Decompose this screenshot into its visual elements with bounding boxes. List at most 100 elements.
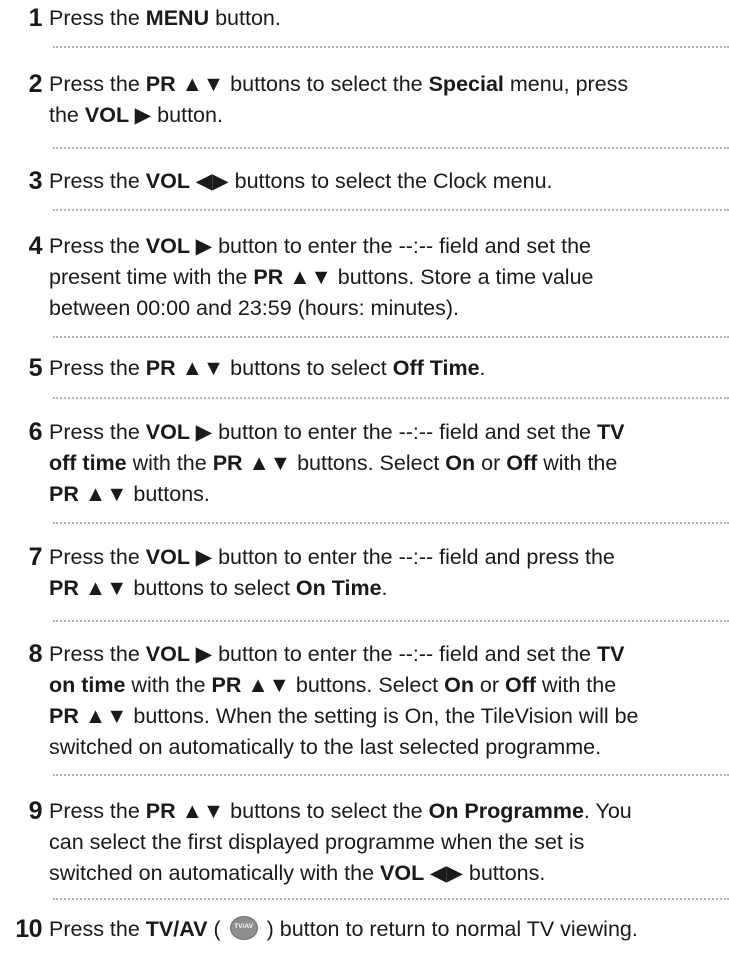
text-run: . You (583, 799, 632, 823)
step-text: Press the VOL ▶ button to enter the --:-… (49, 231, 719, 324)
text-run: button. (209, 6, 281, 30)
text-run: buttons. Store a time value (331, 265, 594, 289)
bold-term: On (444, 673, 474, 697)
step-line: PR ▲▼ buttons to select On Time. (49, 573, 719, 604)
step-text: Press the VOL ◀▶ buttons to select the C… (49, 166, 719, 197)
text-run: Press the (49, 420, 146, 444)
text-run: Press the (49, 917, 146, 941)
bold-term: VOL ▶ (145, 642, 213, 666)
text-run: between 00:00 and 23:59 (hours: minutes)… (49, 296, 459, 320)
text-run: Press the (49, 545, 146, 569)
text-run: buttons to select (224, 356, 393, 380)
text-run: or (475, 451, 507, 475)
step-line: PR ▲▼ buttons. (49, 479, 719, 510)
text-run: the (49, 103, 85, 127)
bold-term: PR ▲▼ (253, 265, 332, 289)
step-line: Press the PR ▲▼ buttons to select the Sp… (49, 69, 719, 100)
step-text: Press the PR ▲▼ buttons to select Off Ti… (49, 353, 719, 384)
text-run: buttons to select the Clock menu. (228, 169, 553, 193)
dotted-divider (53, 774, 729, 776)
step-text: Press the PR ▲▼ buttons to select the Sp… (49, 69, 719, 131)
text-run: switched on automatically with the (49, 861, 381, 885)
step-line: between 00:00 and 23:59 (hours: minutes)… (49, 293, 719, 324)
text-run: button to enter the --:-- field and set … (212, 234, 591, 258)
step-text: Press the PR ▲▼ buttons to select the On… (49, 796, 719, 889)
bold-term: VOL ▶ (145, 234, 213, 258)
bold-term: PR ▲▼ (145, 799, 225, 823)
bold-term: On (445, 451, 476, 475)
dotted-divider (53, 147, 729, 149)
step-line: Press the PR ▲▼ buttons to select Off Ti… (49, 353, 719, 384)
bold-term: off time (49, 451, 127, 475)
text-run: button. (151, 103, 223, 127)
text-run: ( (207, 917, 227, 941)
step-text: Press the VOL ▶ button to enter the --:-… (49, 542, 719, 604)
bold-term: PR ▲▼ (145, 356, 225, 380)
step-number: 6 (28, 418, 43, 446)
text-run: . (479, 356, 486, 380)
text-run: ) button to return to normal TV viewing. (260, 917, 638, 941)
step-text: Press the VOL ▶ button to enter the --:-… (49, 417, 719, 510)
text-run: button to enter the --:-- field and pres… (212, 545, 615, 569)
step-line: Press the VOL ▶ button to enter the --:-… (49, 231, 719, 262)
bold-term: VOL ▶ (145, 420, 213, 444)
step-number: 2 (28, 70, 43, 98)
bold-term: VOL ▶ (84, 103, 152, 127)
text-run: buttons. (127, 482, 210, 506)
step-line: Press the VOL ▶ button to enter the --:-… (49, 639, 719, 670)
step-number: 4 (28, 232, 43, 260)
bold-term: on time (49, 673, 126, 697)
step-line: Press the VOL ◀▶ buttons to select the C… (49, 166, 719, 197)
step-text: Press the TV/AV ( ) button to return to … (49, 914, 719, 945)
step-line: Press the TV/AV ( ) button to return to … (49, 914, 719, 945)
text-run: or (473, 673, 506, 697)
step-line: on time with the PR ▲▼ buttons. Select O… (49, 670, 719, 701)
step-number: 7 (28, 543, 43, 571)
step-line: the VOL ▶ button. (49, 100, 719, 131)
step-number: 8 (28, 640, 43, 668)
bold-term: PR ▲▼ (49, 482, 128, 506)
tvav-button-icon (229, 916, 258, 940)
text-run: menu, press (503, 72, 629, 96)
text-run: buttons. Select (289, 673, 445, 697)
text-run: present time with the (49, 265, 254, 289)
step-number: 9 (28, 797, 43, 825)
step-number: 3 (28, 167, 43, 195)
bold-term: MENU (145, 6, 210, 30)
bold-term: PR ▲▼ (212, 451, 292, 475)
text-run: Press the (49, 799, 146, 823)
text-run: buttons to select (127, 576, 296, 600)
bold-term: VOL ▶ (145, 545, 213, 569)
step-line: present time with the PR ▲▼ buttons. Sto… (49, 262, 719, 293)
step-text: Press the VOL ▶ button to enter the --:-… (49, 639, 719, 763)
step-number: 5 (28, 354, 43, 382)
dotted-divider (53, 397, 729, 399)
text-run: buttons. Select (291, 451, 446, 475)
dotted-divider (53, 522, 729, 524)
text-run: with the (126, 451, 213, 475)
bold-term: VOL ◀▶ (380, 861, 463, 885)
text-run: Press the (49, 6, 146, 30)
text-run: Press the (49, 169, 146, 193)
text-run: Press the (49, 642, 146, 666)
text-run: Press the (49, 356, 146, 380)
bold-term: TV (596, 642, 625, 666)
text-run: buttons to select the (224, 72, 429, 96)
bold-term: Off (505, 673, 537, 697)
step-line: Press the VOL ▶ button to enter the --:-… (49, 542, 719, 573)
step-line: PR ▲▼ buttons. When the setting is On, t… (49, 701, 719, 732)
text-run: with the (537, 451, 618, 475)
text-run: button to enter the --:-- field and set … (212, 642, 597, 666)
bold-term: Off Time (392, 356, 480, 380)
step-line: switched on automatically to the last se… (49, 732, 719, 763)
step-text: Press the MENU button. (49, 3, 719, 34)
step-line: Press the PR ▲▼ buttons to select the On… (49, 796, 719, 827)
text-run: buttons. (462, 861, 546, 885)
text-run: buttons. When the setting is On, the Til… (127, 704, 639, 728)
bold-term: TV (596, 420, 625, 444)
bold-term: PR ▲▼ (145, 72, 225, 96)
step-line: Press the MENU button. (49, 3, 719, 34)
bold-term: Off (506, 451, 538, 475)
bold-term: TV/AV (145, 917, 208, 941)
text-run: with the (125, 673, 212, 697)
